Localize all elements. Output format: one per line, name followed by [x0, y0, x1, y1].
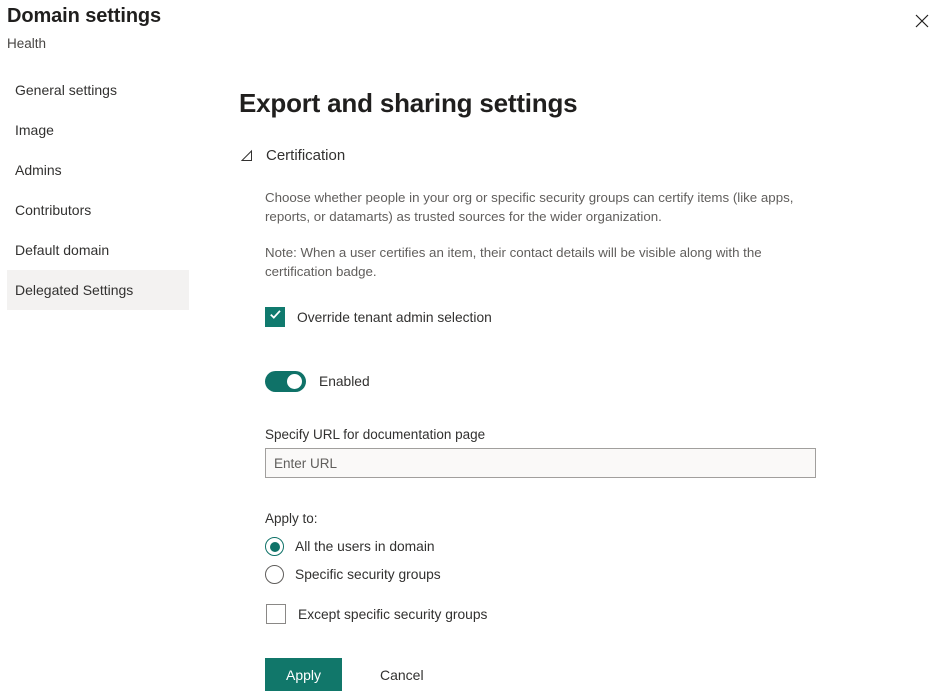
documentation-url-field-block: Specify URL for documentation page — [265, 427, 938, 478]
close-button[interactable] — [905, 5, 939, 37]
override-tenant-admin-label: Override tenant admin selection — [297, 310, 492, 325]
sidebar-item-image[interactable]: Image — [7, 110, 189, 150]
toggle-knob — [287, 374, 302, 389]
close-icon — [915, 14, 929, 28]
main-content: Export and sharing settings Certificatio… — [238, 88, 938, 691]
sidebar-item-label: Delegated Settings — [15, 282, 133, 298]
sidebar-item-contributors[interactable]: Contributors — [7, 190, 189, 230]
except-security-groups-label: Except specific security groups — [298, 607, 487, 622]
section-note: Note: When a user certifies an item, the… — [265, 243, 820, 281]
sidebar-item-general-settings[interactable]: General settings — [7, 70, 189, 110]
radio-label: Specific security groups — [295, 567, 441, 582]
override-tenant-admin-checkbox-row[interactable]: Override tenant admin selection — [265, 307, 938, 327]
sidebar-item-delegated-settings[interactable]: Delegated Settings — [7, 270, 189, 310]
enabled-toggle[interactable] — [265, 371, 306, 392]
apply-to-label: Apply to: — [265, 511, 938, 526]
sidebar-item-label: Default domain — [15, 242, 109, 258]
page-subtitle: Health — [7, 36, 46, 51]
except-security-groups-checkbox[interactable] — [266, 604, 286, 624]
documentation-url-label: Specify URL for documentation page — [265, 427, 938, 442]
content-heading: Export and sharing settings — [239, 88, 938, 119]
documentation-url-input[interactable] — [265, 448, 816, 478]
section-description: Choose whether people in your org or spe… — [265, 188, 820, 226]
check-icon — [269, 308, 282, 326]
sidebar-item-default-domain[interactable]: Default domain — [7, 230, 189, 270]
page-title: Domain settings — [7, 5, 161, 28]
radio-all-users-in-domain[interactable]: All the users in domain — [265, 537, 938, 556]
expanded-triangle-icon — [238, 148, 254, 164]
apply-button[interactable]: Apply — [265, 658, 342, 691]
certification-section-header[interactable]: Certification — [238, 147, 418, 164]
settings-sidebar: General settings Image Admins Contributo… — [0, 70, 200, 310]
enabled-toggle-row[interactable]: Enabled — [265, 371, 938, 392]
radio-button-icon[interactable] — [265, 565, 284, 584]
radio-button-selected-icon[interactable] — [265, 537, 284, 556]
override-tenant-admin-checkbox[interactable] — [265, 307, 285, 327]
cancel-button[interactable]: Cancel — [380, 667, 424, 683]
sidebar-item-admins[interactable]: Admins — [7, 150, 189, 190]
radio-label: All the users in domain — [295, 539, 435, 554]
enabled-toggle-label: Enabled — [319, 374, 370, 389]
apply-to-block: Apply to: All the users in domain Specif… — [265, 511, 938, 624]
sidebar-item-label: General settings — [15, 82, 117, 98]
sidebar-item-label: Admins — [15, 162, 62, 178]
except-security-groups-checkbox-row[interactable]: Except specific security groups — [266, 604, 938, 624]
radio-specific-security-groups[interactable]: Specific security groups — [265, 565, 938, 584]
sidebar-item-label: Image — [15, 122, 54, 138]
action-button-row: Apply Cancel — [265, 658, 938, 691]
sidebar-item-label: Contributors — [15, 202, 91, 218]
section-title: Certification — [266, 147, 345, 164]
certification-section-body: Choose whether people in your org or spe… — [265, 188, 938, 691]
panel-header: Domain settings Health — [0, 0, 947, 62]
